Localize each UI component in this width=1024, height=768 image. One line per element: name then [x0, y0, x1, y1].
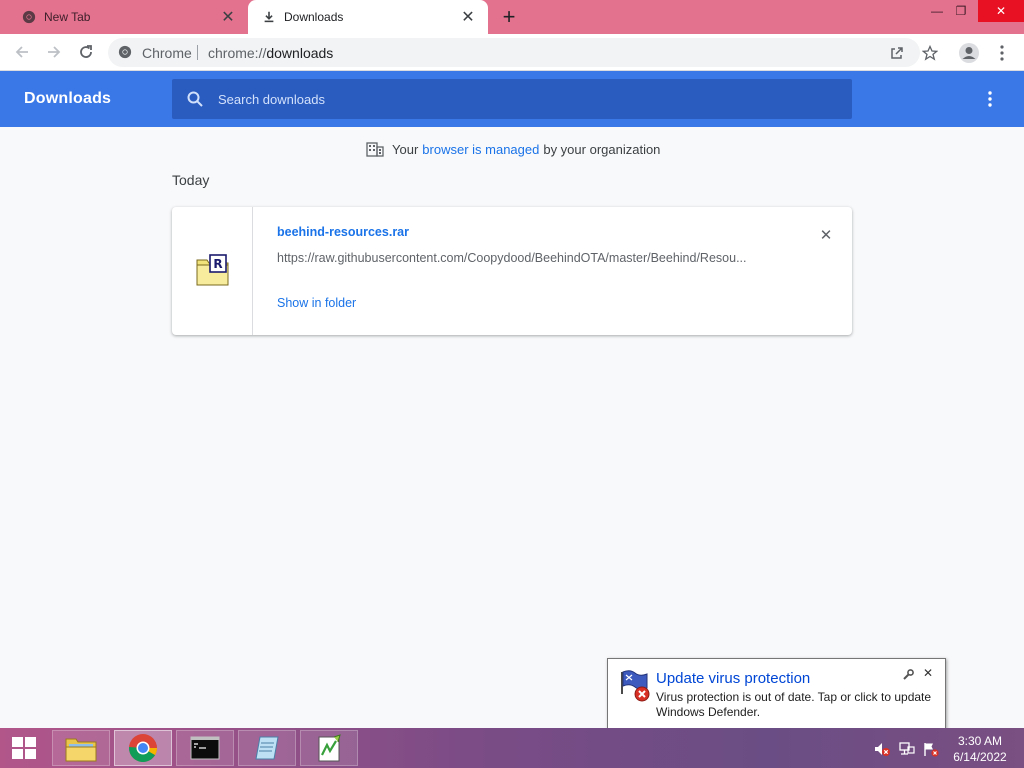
arrow-right-icon: [48, 46, 61, 58]
browser-toolbar: Chrome chrome://downloads: [0, 34, 1024, 71]
download-item: R beehind-resources.rar https://raw.gith…: [172, 207, 852, 335]
search-input[interactable]: [218, 88, 818, 110]
close-notification-button[interactable]: ✕: [921, 666, 935, 680]
rar-file-icon: R: [196, 254, 229, 286]
downloads-header: Downloads: [0, 71, 1024, 127]
managed-suffix: by your organization: [543, 141, 661, 157]
tab-new-tab[interactable]: New Tab ✕: [8, 0, 248, 34]
reload-icon: [80, 45, 92, 58]
terminal-icon: [190, 736, 220, 760]
security-warning-icon: [621, 670, 650, 702]
file-icon-cell: R: [172, 207, 253, 335]
taskbar-chrome[interactable]: [114, 730, 172, 766]
notepad-plus-plus-icon: [318, 734, 341, 762]
back-button[interactable]: [10, 40, 34, 64]
tab-downloads[interactable]: Downloads ✕: [248, 0, 488, 34]
chrome-icon: [22, 10, 36, 24]
windows-logo-icon: [12, 737, 36, 759]
remove-download-button[interactable]: ✕: [816, 225, 836, 245]
close-icon: ✕: [819, 227, 833, 244]
new-tab-button[interactable]: +: [498, 4, 520, 29]
notepad-icon: [255, 736, 279, 760]
restore-button[interactable]: ❐: [946, 0, 976, 22]
clock-date: 6/14/2022: [953, 750, 1007, 764]
folder-icon: [65, 738, 97, 762]
tab-title: Downloads: [284, 10, 344, 24]
tab-title: New Tab: [44, 10, 91, 24]
search-box[interactable]: [172, 79, 852, 119]
notification-balloon[interactable]: Update virus protection Virus protection…: [607, 658, 946, 742]
chrome-icon: [129, 734, 157, 762]
close-tab-icon[interactable]: ✕: [218, 7, 238, 27]
wrench-icon[interactable]: [901, 668, 915, 682]
arrow-left-icon: [15, 46, 28, 58]
divider: [197, 45, 198, 60]
volume-muted-icon[interactable]: [873, 741, 891, 757]
forward-button[interactable]: [42, 40, 66, 64]
site-name: Chrome: [142, 45, 192, 61]
managed-link[interactable]: browser is managed: [422, 142, 539, 157]
taskbar-clock[interactable]: 3:30 AM 6/14/2022: [944, 733, 1016, 765]
url-text[interactable]: chrome://downloads: [208, 45, 333, 61]
svg-text:R: R: [213, 257, 222, 271]
bookmark-star-icon[interactable]: [918, 41, 942, 65]
address-bar[interactable]: Chrome chrome://downloads: [108, 38, 920, 67]
page-title: Downloads: [24, 90, 112, 107]
managed-notice: Your browser is managed by your organiza…: [366, 140, 660, 158]
action-center-flag-icon[interactable]: [922, 741, 940, 757]
file-source-url[interactable]: https://raw.githubusercontent.com/Coopyd…: [277, 251, 777, 265]
chrome-menu-button[interactable]: [990, 41, 1014, 65]
downloads-menu-button[interactable]: [980, 88, 1000, 110]
date-section-label: Today: [172, 172, 210, 188]
download-icon: [264, 11, 274, 23]
profile-avatar[interactable]: [957, 41, 981, 65]
taskbar: 3:30 AM 6/14/2022: [0, 728, 1024, 768]
taskbar-command-prompt[interactable]: [176, 730, 234, 766]
taskbar-notepad[interactable]: [238, 730, 296, 766]
file-name-link[interactable]: beehind-resources.rar: [277, 225, 409, 239]
account-icon: [959, 43, 979, 63]
show-in-folder-link[interactable]: Show in folder: [277, 296, 356, 310]
tab-strip: New Tab ✕ Downloads ✕ + — ❐ ✕: [0, 0, 1024, 34]
notification-title: Update virus protection: [656, 670, 811, 687]
share-icon[interactable]: [888, 44, 906, 62]
taskbar-notepad-plus-plus[interactable]: [300, 730, 358, 766]
taskbar-file-explorer[interactable]: [52, 730, 110, 766]
more-vert-icon: [988, 91, 992, 107]
clock-time: 3:30 AM: [957, 734, 1003, 748]
managed-prefix: Your: [392, 141, 419, 157]
start-button[interactable]: [0, 728, 48, 768]
notification-message: Virus protection is out of date. Tap or …: [656, 690, 932, 719]
close-window-button[interactable]: ✕: [978, 0, 1024, 22]
close-tab-icon[interactable]: ✕: [458, 7, 478, 27]
reload-button[interactable]: [74, 40, 98, 64]
chrome-icon: [118, 45, 132, 59]
search-icon: [187, 91, 203, 107]
more-vert-icon: [1000, 45, 1004, 61]
network-icon[interactable]: [898, 741, 916, 757]
building-icon: [366, 142, 384, 157]
